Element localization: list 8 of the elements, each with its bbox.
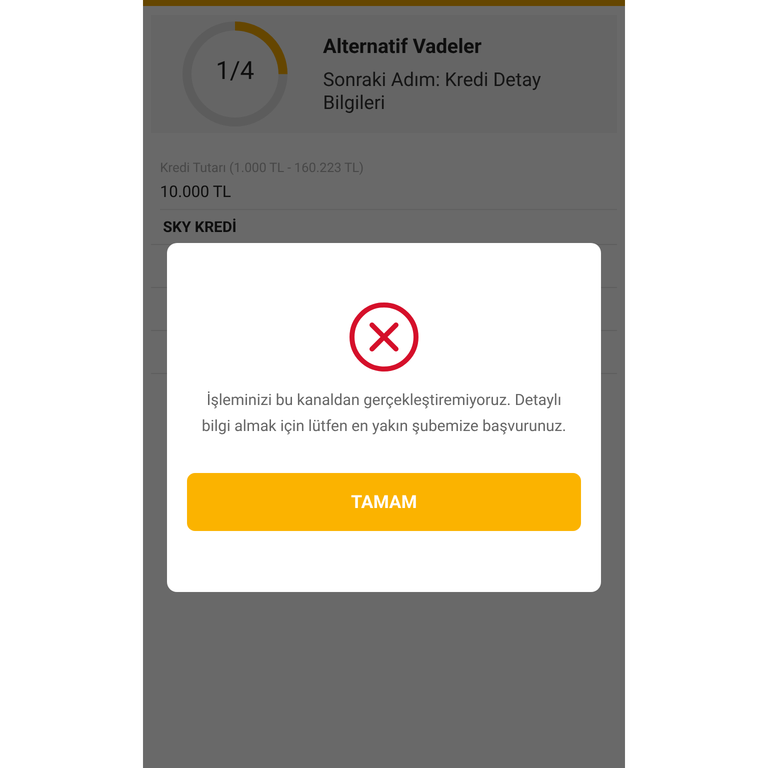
product-name: SKY KREDİ bbox=[163, 218, 238, 238]
error-message: İşleminizi bu kanaldan gerçekleştiremiyoruz. Detaylı bilgi almak için lütfen en yakın şubemize başvurunuz. bbox=[200, 390, 568, 437]
next-step-text: Sonraki Adım: Kredi Detay Bilgileri bbox=[323, 68, 542, 114]
error-icon bbox=[348, 301, 420, 373]
ok-button[interactable]: TAMAM bbox=[187, 473, 581, 531]
step-counter: 1/4 bbox=[214, 57, 256, 86]
amount-field[interactable]: 10.000 TL bbox=[160, 182, 617, 201]
step-title: Alternatif Vadeler bbox=[323, 34, 483, 58]
